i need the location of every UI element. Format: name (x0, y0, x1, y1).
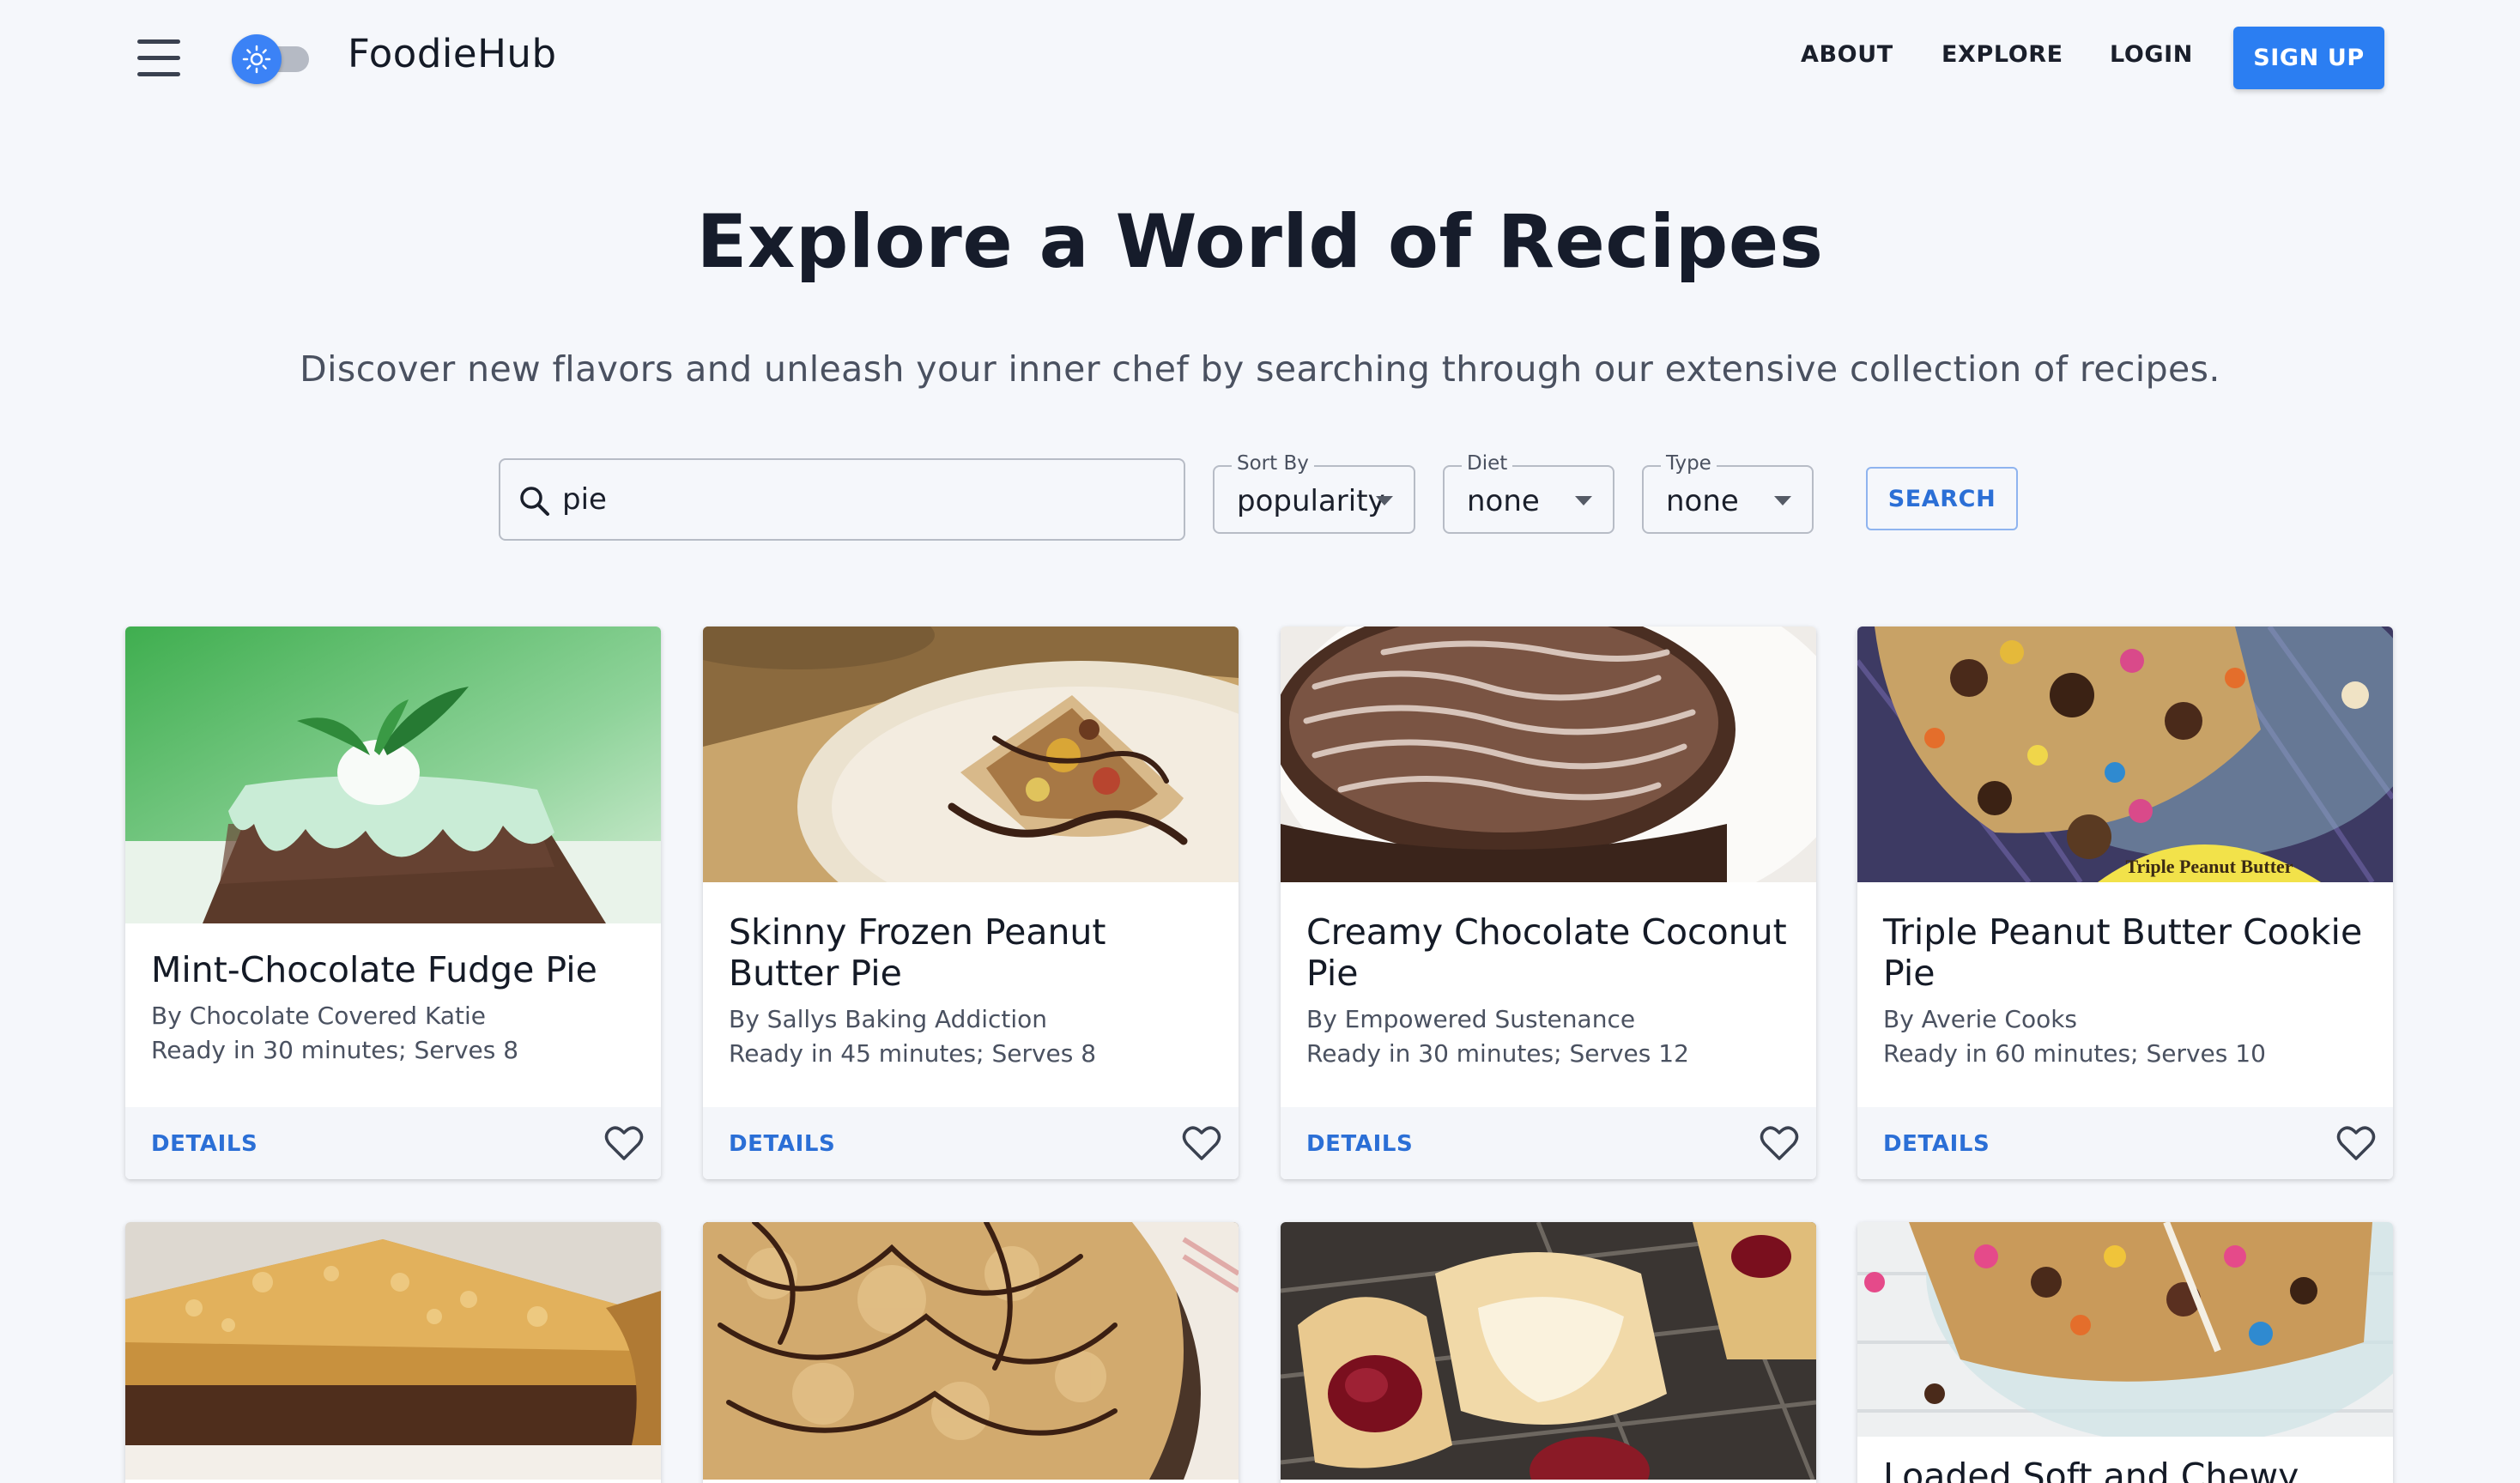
card-actions: DETAILS (703, 1107, 1239, 1179)
heart-icon[interactable] (1760, 1124, 1799, 1162)
card-content: Skinny Frozen Peanut Butter Pie By Sally… (703, 911, 1239, 1071)
recipe-image[interactable] (125, 1222, 661, 1480)
heart-icon[interactable] (1182, 1124, 1221, 1162)
type-value: none (1666, 484, 1739, 518)
recipe-title: Mint-Chocolate Fudge Pie (151, 949, 597, 990)
recipe-card: Loaded Soft and Chewy (1857, 1222, 2393, 1483)
search-input[interactable] (562, 474, 1163, 525)
brand-name[interactable]: FoodieHub (348, 31, 557, 76)
search-button[interactable]: SEARCH (1866, 467, 2018, 530)
card-content: Triple Peanut Butter Cookie Pie By Averi… (1857, 911, 2393, 1071)
recipe-title: Creamy Chocolate Coconut Pie (1306, 911, 1787, 994)
search-icon (520, 487, 549, 516)
card-content: Creamy Chocolate Coconut Pie By Empowere… (1281, 911, 1816, 1071)
type-select[interactable]: Type none (1642, 452, 1814, 534)
image-caption: Triple Peanut Butter (2125, 856, 2293, 877)
page-title: Explore a World of Recipes (696, 199, 1824, 285)
recipe-info: Ready in 30 minutes; Serves 8 (151, 1036, 519, 1064)
nav-about[interactable]: ABOUT (1801, 41, 1893, 68)
recipe-card: Skinny Frozen Peanut Butter Pie By Sally… (703, 626, 1239, 1179)
card-content: Mint-Chocolate Fudge Pie By Chocolate Co… (125, 949, 661, 1068)
recipe-image[interactable] (1281, 1222, 1816, 1480)
recipe-image[interactable] (703, 1222, 1239, 1480)
heart-icon[interactable] (604, 1124, 644, 1162)
dropdown-arrow-icon (1376, 496, 1393, 505)
diet-value: none (1467, 484, 1540, 518)
sort-by-value: popularity (1237, 484, 1385, 518)
recipe-image[interactable] (1857, 1222, 2393, 1437)
recipe-author: By Averie Cooks (1883, 1005, 2078, 1033)
search-field[interactable] (499, 458, 1185, 541)
recipe-author: By Sallys Baking Addiction (729, 1005, 1048, 1033)
recipe-title: Triple Peanut Butter Cookie Pie (1883, 911, 2363, 994)
sign-up-button[interactable]: SIGN UP (2233, 27, 2384, 89)
dropdown-arrow-icon (1575, 496, 1592, 505)
recipe-author: By Chocolate Covered Katie (151, 1002, 486, 1030)
recipe-card: Creamy Chocolate Coconut Pie By Empowere… (1281, 626, 1816, 1179)
type-label: Type (1661, 452, 1717, 475)
nav-login[interactable]: LOGIN (2110, 41, 2193, 68)
menu-icon[interactable] (136, 38, 184, 79)
dropdown-arrow-icon (1774, 496, 1791, 505)
details-button[interactable]: DETAILS (1883, 1131, 1990, 1157)
card-content: Loaded Soft and Chewy (1857, 1456, 2393, 1483)
recipe-card (125, 1222, 661, 1483)
card-actions: DETAILS (1281, 1107, 1816, 1179)
recipe-card (1281, 1222, 1816, 1483)
details-button[interactable]: DETAILS (151, 1131, 257, 1157)
recipe-info: Ready in 60 minutes; Serves 10 (1883, 1039, 2266, 1068)
recipe-image[interactable] (125, 626, 661, 923)
sort-by-label: Sort By (1232, 452, 1314, 475)
recipe-info: Ready in 30 minutes; Serves 12 (1306, 1039, 1689, 1068)
sort-by-select[interactable]: Sort By popularity (1213, 452, 1415, 534)
recipe-author: By Empowered Sustenance (1306, 1005, 1636, 1033)
card-actions: DETAILS (1857, 1107, 2393, 1179)
recipe-title: Loaded Soft and Chewy (1883, 1456, 2299, 1483)
recipe-image[interactable] (1281, 626, 1816, 882)
diet-label: Diet (1462, 452, 1513, 475)
recipe-card (703, 1222, 1239, 1483)
heart-icon[interactable] (2336, 1124, 2376, 1162)
details-button[interactable]: DETAILS (729, 1131, 835, 1157)
theme-toggle[interactable] (232, 33, 314, 84)
sun-icon (232, 34, 282, 84)
top-app-bar: FoodieHub ABOUT EXPLORE LOGIN SIGN UP (0, 0, 2520, 117)
recipe-title: Skinny Frozen Peanut Butter Pie (729, 911, 1106, 994)
recipe-card: Mint-Chocolate Fudge Pie By Chocolate Co… (125, 626, 661, 1179)
nav-explore[interactable]: EXPLORE (1941, 41, 2063, 68)
card-actions: DETAILS (125, 1107, 661, 1179)
recipe-image[interactable]: Triple Peanut Butter (1857, 626, 2393, 882)
details-button[interactable]: DETAILS (1306, 1131, 1413, 1157)
recipe-image[interactable] (703, 626, 1239, 882)
diet-select[interactable]: Diet none (1443, 452, 1614, 534)
recipe-info: Ready in 45 minutes; Serves 8 (729, 1039, 1097, 1068)
page-subtitle: Discover new flavors and unleash your in… (300, 348, 2220, 390)
recipe-card: Triple Peanut Butter Triple Peanut Butte… (1857, 626, 2393, 1179)
